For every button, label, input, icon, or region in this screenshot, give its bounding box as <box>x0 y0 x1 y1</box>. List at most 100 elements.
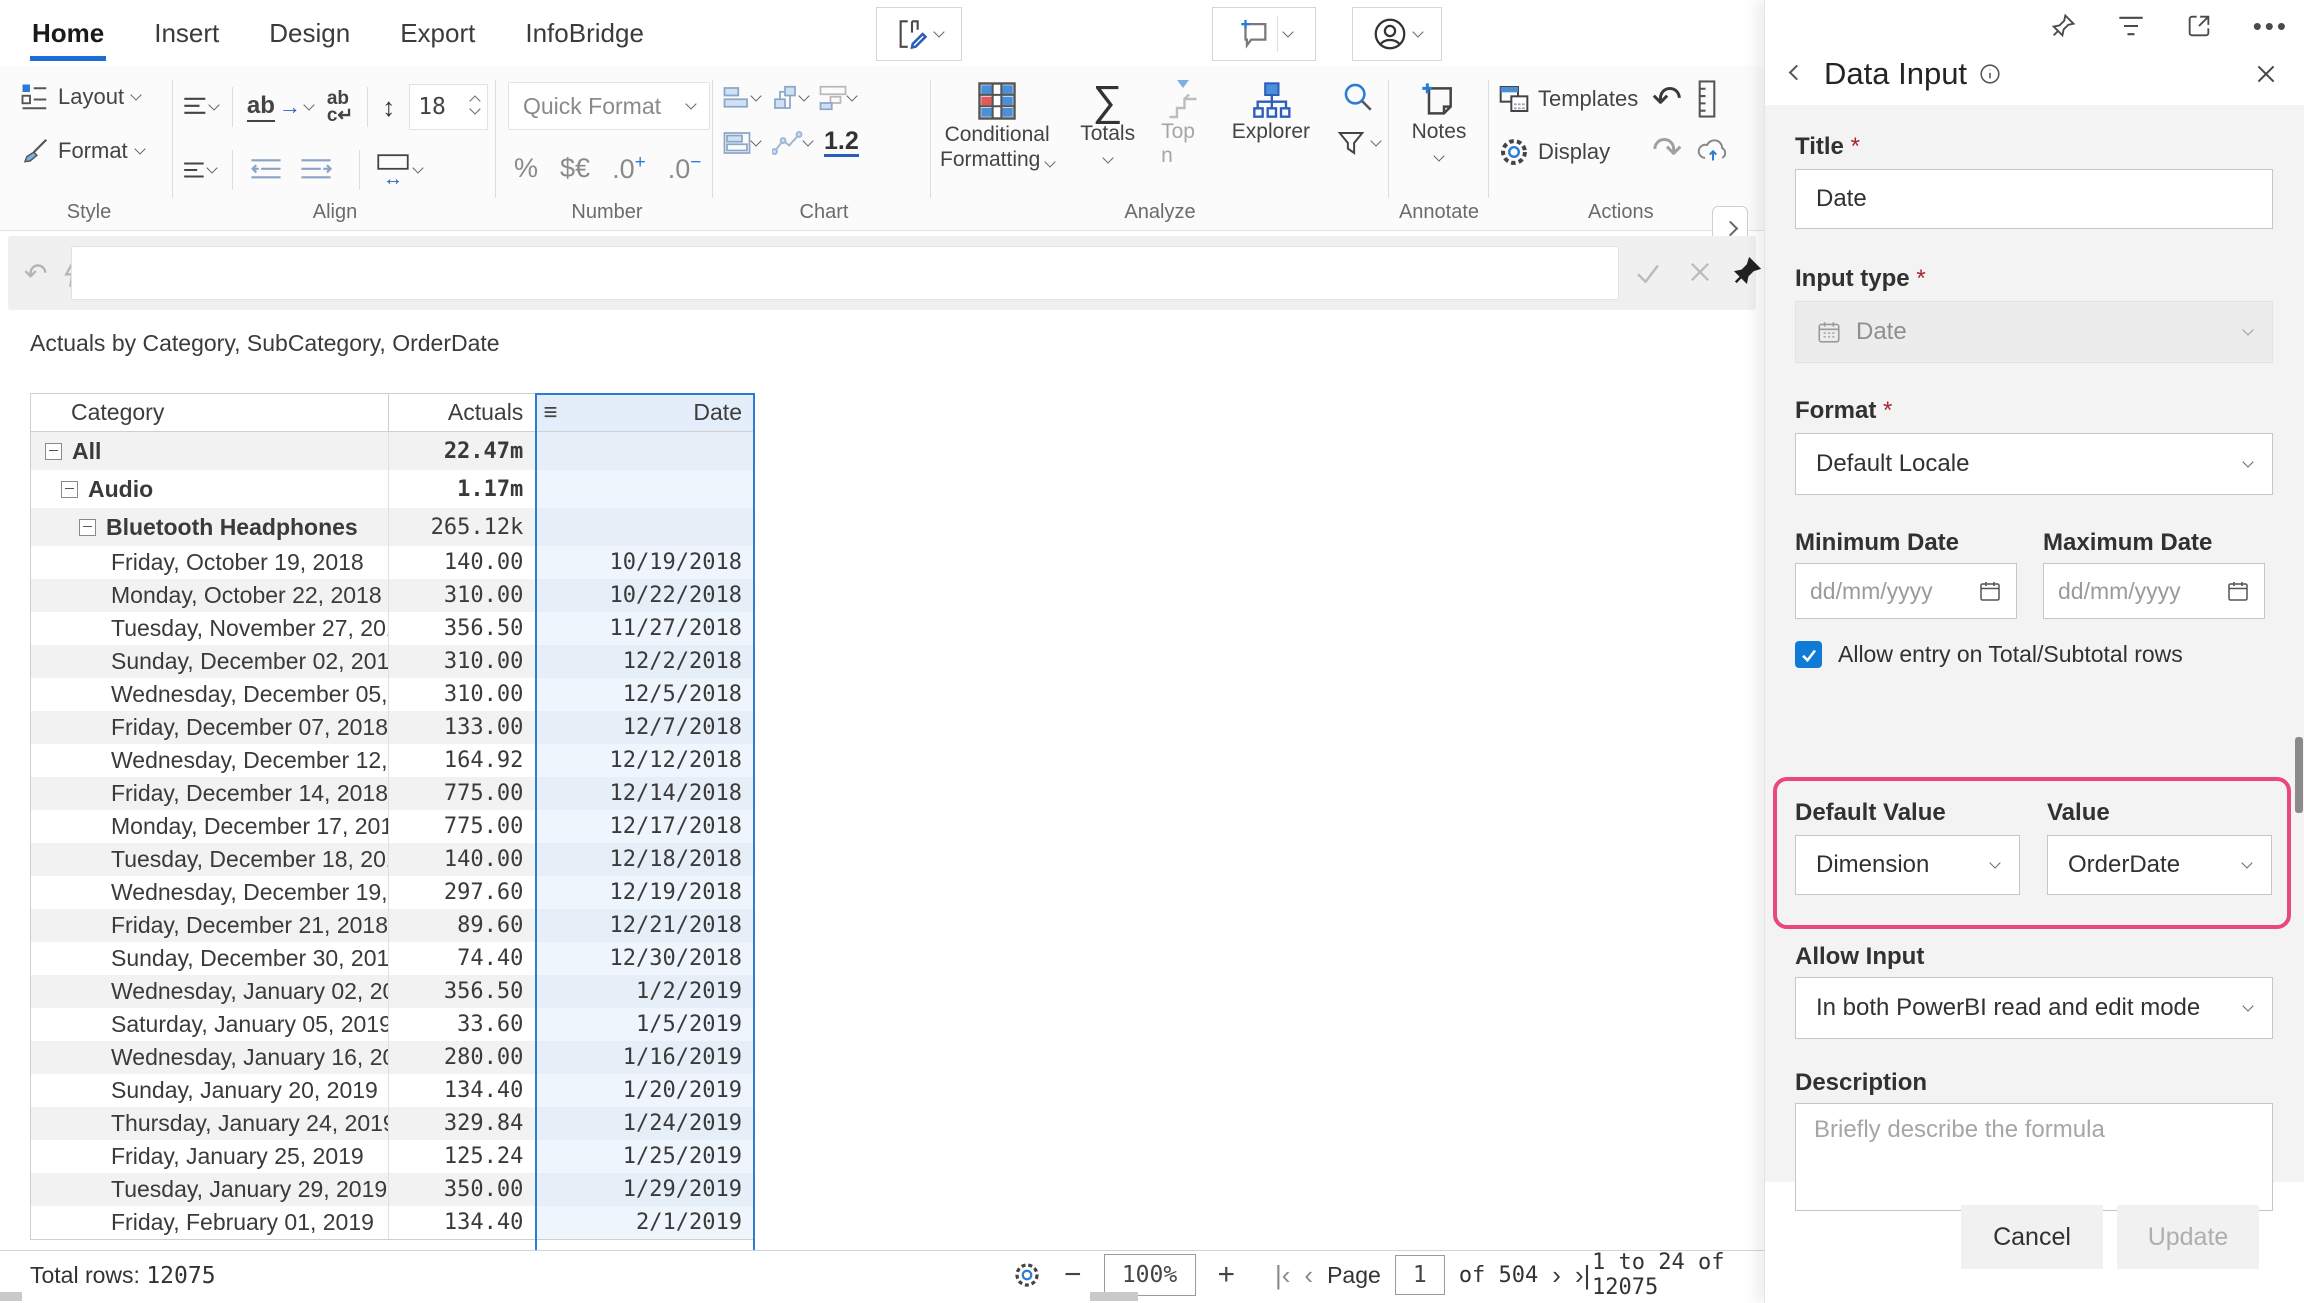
date-cell[interactable]: 1/29/2019 <box>535 1173 754 1206</box>
increase-indent-button[interactable] <box>299 157 333 183</box>
category-cell[interactable]: Bluetooth Headphones <box>31 508 389 546</box>
column-width-button[interactable]: ↔ <box>376 153 422 187</box>
actuals-cell[interactable]: 775.00 <box>389 810 536 843</box>
category-cell[interactable]: Wednesday, January 16, 2019 <box>31 1041 389 1074</box>
date-cell[interactable] <box>535 508 754 546</box>
calendar-icon[interactable] <box>1978 579 2002 603</box>
row-height-input[interactable]: 18 <box>409 84 488 130</box>
text-overflow-button[interactable]: ab → <box>247 92 313 122</box>
next-page-button[interactable]: › <box>1552 1260 1561 1291</box>
category-cell[interactable]: Tuesday, November 27, 2018 <box>31 612 389 645</box>
category-cell[interactable]: Friday, February 01, 2019 <box>31 1206 389 1239</box>
date-cell[interactable]: 12/19/2018 <box>535 876 754 909</box>
category-cell[interactable]: Tuesday, December 18, 2018 <box>31 843 389 876</box>
date-cell[interactable]: 12/17/2018 <box>535 810 754 843</box>
date-cell[interactable]: 12/14/2018 <box>535 777 754 810</box>
allow-entry-checkbox[interactable] <box>1795 641 1822 668</box>
actuals-cell[interactable]: 310.00 <box>389 645 536 678</box>
category-cell[interactable]: Friday, December 21, 2018 <box>31 909 389 942</box>
category-cell[interactable]: Wednesday, December 12, … <box>31 744 389 777</box>
category-cell[interactable]: Wednesday, December 05, … <box>31 678 389 711</box>
min-date-input[interactable]: dd/mm/yyyy <box>1795 563 2017 619</box>
date-cell[interactable]: 12/2/2018 <box>535 645 754 678</box>
date-cell[interactable]: 1/5/2019 <box>535 1008 754 1041</box>
percent-format-button[interactable]: % <box>514 153 538 184</box>
horizontal-align-button[interactable] <box>182 160 216 180</box>
actuals-cell[interactable]: 89.60 <box>389 909 536 942</box>
calendar-icon[interactable] <box>2226 579 2250 603</box>
pin-visual-icon[interactable] <box>2049 12 2077 40</box>
back-icon[interactable] <box>1789 64 1805 80</box>
category-cell[interactable]: Audio <box>31 470 389 508</box>
actuals-cell[interactable]: 140.00 <box>389 546 536 579</box>
category-cell[interactable]: Thursday, January 24, 2019 <box>31 1107 389 1140</box>
category-cell[interactable]: Friday, January 25, 2019 <box>31 1140 389 1173</box>
expand-visual-icon[interactable] <box>2185 12 2213 40</box>
collapse-icon[interactable] <box>61 481 78 498</box>
format-button[interactable]: Format <box>20 136 164 166</box>
format-select[interactable]: Default Locale <box>1795 433 2273 495</box>
default-value-select[interactable]: Dimension <box>1795 835 2020 895</box>
notes-button[interactable]: Notes <box>1396 80 1482 160</box>
actuals-cell[interactable]: 22.47m <box>389 432 536 470</box>
filter-lines-icon[interactable] <box>2117 14 2145 38</box>
update-button[interactable]: Update <box>2117 1205 2259 1269</box>
vertical-align-button[interactable] <box>182 95 218 119</box>
search-button[interactable] <box>1341 80 1375 114</box>
tab-infobridge[interactable]: InfoBridge <box>523 8 646 59</box>
decimal-places-button[interactable]: 1.2 <box>824 128 859 157</box>
category-cell[interactable]: Friday, December 14, 2018 <box>31 777 389 810</box>
hierarchy-chart-button[interactable] <box>770 84 808 112</box>
actuals-cell[interactable]: 33.60 <box>389 1008 536 1041</box>
max-date-input[interactable]: dd/mm/yyyy <box>2043 563 2265 619</box>
date-cell[interactable]: 12/5/2018 <box>535 678 754 711</box>
date-cell[interactable]: 2/1/2019 <box>535 1206 754 1239</box>
conditional-formatting-button[interactable]: ConditionalFormatting <box>940 80 1054 172</box>
category-cell[interactable]: Sunday, December 30, 2018 <box>31 942 389 975</box>
collapse-icon[interactable] <box>45 443 62 460</box>
actuals-cell[interactable]: 133.00 <box>389 711 536 744</box>
date-cell[interactable]: 12/18/2018 <box>535 843 754 876</box>
table-visual-button[interactable] <box>722 130 760 156</box>
ruler-icon[interactable] <box>1698 80 1716 118</box>
actuals-cell[interactable]: 356.50 <box>389 975 536 1008</box>
date-cell[interactable]: 10/22/2018 <box>535 579 754 612</box>
panel-scrollbar-thumb[interactable] <box>2295 737 2303 813</box>
date-cell[interactable]: 12/7/2018 <box>535 711 754 744</box>
tab-insert[interactable]: Insert <box>152 8 221 59</box>
category-cell[interactable]: Wednesday, January 02, 2019 <box>31 975 389 1008</box>
actuals-cell[interactable]: 297.60 <box>389 876 536 909</box>
date-cell[interactable]: 10/19/2018 <box>535 546 754 579</box>
undo-icon[interactable]: ↶ <box>1652 81 1682 117</box>
bar-chart-button[interactable] <box>722 84 760 112</box>
actuals-cell[interactable]: 164.92 <box>389 744 536 777</box>
wrap-text-button[interactable]: abc↵ <box>327 90 354 124</box>
add-comment-button[interactable] <box>1212 7 1316 61</box>
actuals-cell[interactable]: 134.40 <box>389 1074 536 1107</box>
actuals-cell[interactable]: 350.00 <box>389 1173 536 1206</box>
increase-decimal-button[interactable]: .0+ <box>612 152 646 185</box>
zoom-out-button[interactable]: − <box>1064 1258 1082 1292</box>
decrease-decimal-button[interactable]: .0− <box>668 152 702 185</box>
value-select[interactable]: OrderDate <box>2047 835 2272 895</box>
h-scrollbar-thumb[interactable] <box>0 1292 22 1301</box>
actuals-cell[interactable]: 125.24 <box>389 1140 536 1173</box>
actuals-cell[interactable]: 775.00 <box>389 777 536 810</box>
category-cell[interactable]: Friday, October 19, 2018 <box>31 546 389 579</box>
category-cell[interactable]: Wednesday, December 19, … <box>31 876 389 909</box>
quick-format-select[interactable]: Quick Format <box>508 82 710 130</box>
undo-formula-icon[interactable]: ↶ <box>24 257 47 290</box>
close-panel-icon[interactable] <box>2253 61 2279 87</box>
decrease-indent-button[interactable] <box>249 157 283 183</box>
date-cell[interactable] <box>535 470 754 508</box>
settings-gear-icon[interactable] <box>1012 1260 1042 1290</box>
layout-button[interactable]: Layout <box>20 82 164 112</box>
category-cell[interactable]: Monday, October 22, 2018 <box>31 579 389 612</box>
date-cell[interactable]: 11/27/2018 <box>535 612 754 645</box>
column-header-date[interactable]: ≡ Date <box>535 394 754 431</box>
date-cell[interactable]: 1/16/2019 <box>535 1041 754 1074</box>
formula-input[interactable] <box>71 246 1619 300</box>
pin-formula-icon[interactable] <box>1732 256 1762 286</box>
tab-export[interactable]: Export <box>398 8 477 59</box>
date-cell[interactable]: 12/21/2018 <box>535 909 754 942</box>
